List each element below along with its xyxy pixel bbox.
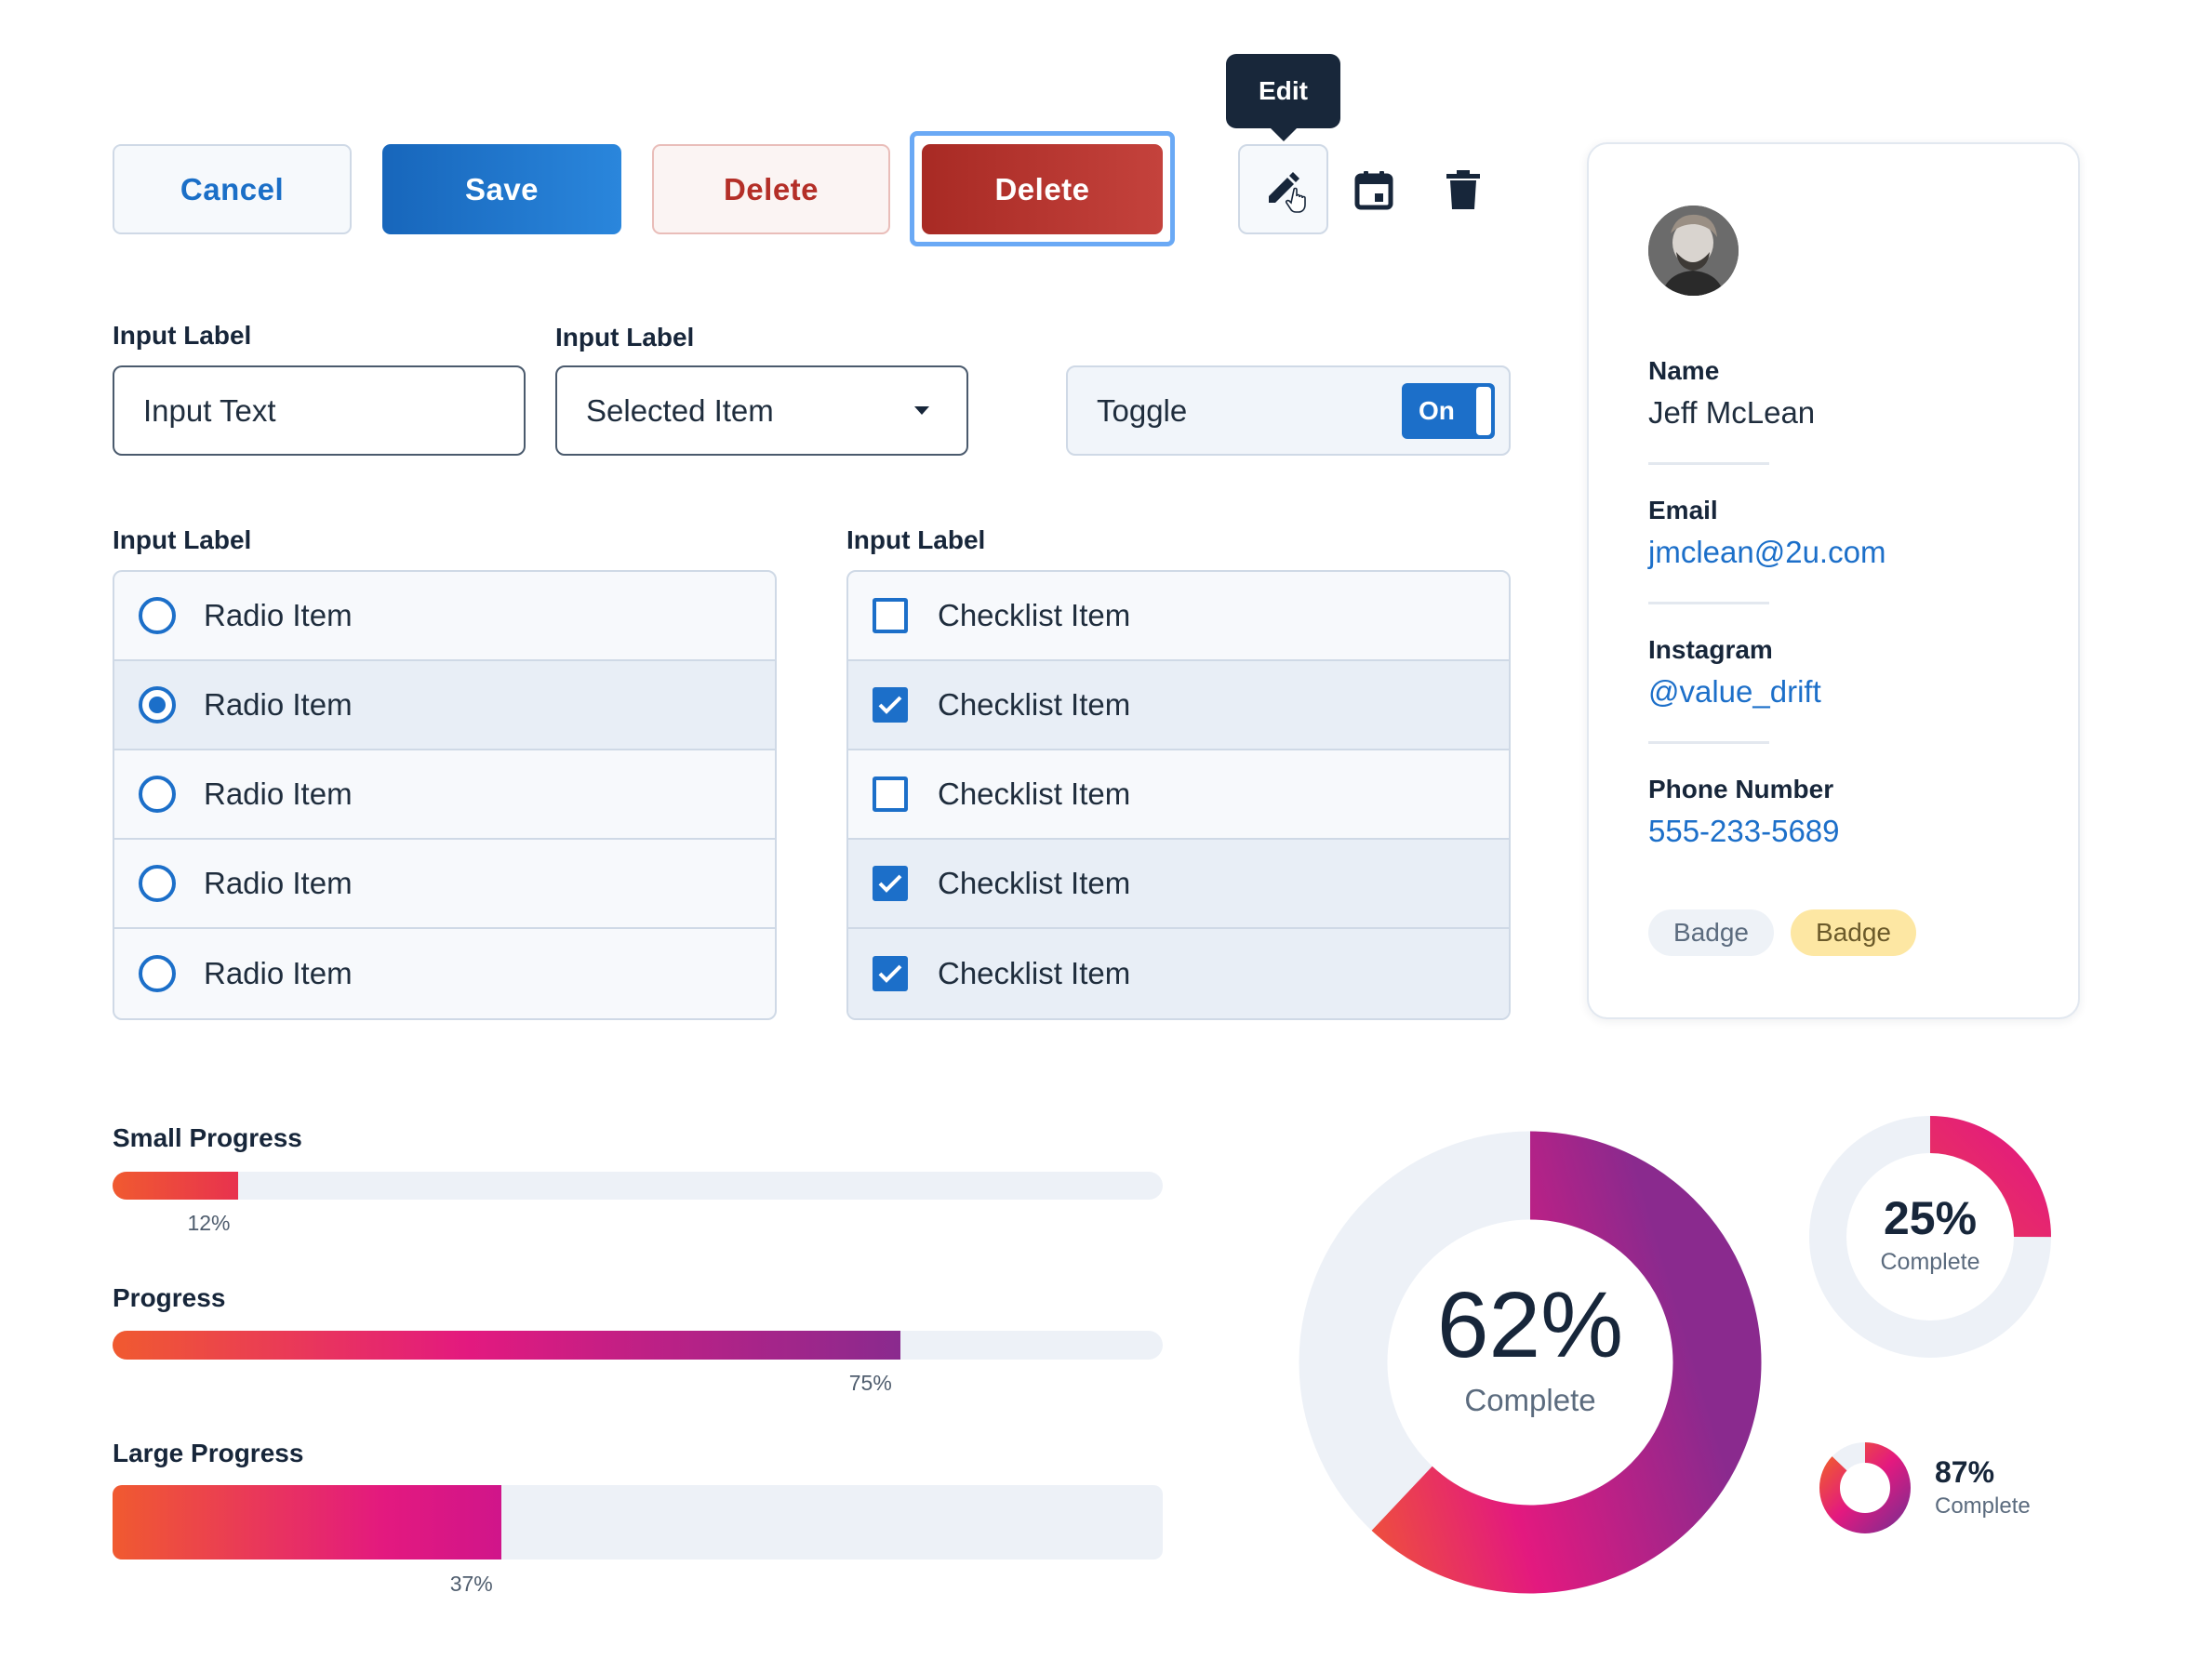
large-donut-value: 62% bbox=[1436, 1273, 1624, 1377]
checklist-item-label: Checklist Item bbox=[938, 598, 1131, 632]
checklist: Checklist Item Checklist Item Checklist … bbox=[846, 570, 1511, 1020]
checklist-item[interactable]: Checklist Item bbox=[848, 929, 1509, 1018]
checklist-item-label: Checklist Item bbox=[938, 956, 1131, 990]
instagram-label: Instagram bbox=[1648, 635, 1773, 664]
checklist-label: Input Label bbox=[846, 525, 986, 554]
toggle-label: Toggle bbox=[1097, 392, 1188, 428]
radio-item-label: Radio Item bbox=[204, 956, 353, 990]
calendar-button[interactable] bbox=[1328, 144, 1419, 234]
radio-button[interactable] bbox=[139, 776, 176, 813]
small-progress-bar bbox=[113, 1172, 1163, 1200]
badge-gray: Badge bbox=[1648, 909, 1774, 956]
checkbox[interactable] bbox=[873, 598, 908, 633]
progress-fill bbox=[113, 1331, 900, 1360]
progress-percent: 75% bbox=[848, 1371, 892, 1395]
checkbox-checked[interactable] bbox=[873, 687, 908, 723]
edit-pencil-icon bbox=[1268, 171, 1306, 213]
small-donut-label: 87% Complete bbox=[1935, 1455, 2031, 1520]
trash-icon bbox=[1446, 169, 1480, 209]
small-progress-percent: 12% bbox=[187, 1211, 231, 1235]
name-value: Jeff McLean bbox=[1648, 395, 1816, 430]
medium-donut-value: 25% bbox=[1883, 1192, 1978, 1244]
checklist-item[interactable]: Checklist Item bbox=[848, 661, 1509, 750]
radio-item[interactable]: Radio Item bbox=[114, 750, 775, 840]
progress-label: Progress bbox=[113, 1283, 226, 1312]
large-progress-percent: 37% bbox=[449, 1572, 493, 1596]
checklist-item-label: Checklist Item bbox=[938, 866, 1131, 900]
radio-item-label: Radio Item bbox=[204, 598, 353, 632]
radio-item[interactable]: Radio Item bbox=[114, 572, 775, 661]
radio-item[interactable]: Radio Item bbox=[114, 840, 775, 929]
large-progress-bar bbox=[113, 1485, 1163, 1559]
phone-link[interactable]: 555-233-5689 bbox=[1648, 814, 1840, 849]
select-dropdown[interactable]: Selected Item bbox=[555, 365, 968, 456]
calendar-icon bbox=[1354, 170, 1392, 209]
toggle-state: On bbox=[1419, 395, 1455, 425]
radio-item-label: Radio Item bbox=[204, 776, 353, 811]
instagram-link[interactable]: @value_drift bbox=[1648, 674, 1821, 710]
radio-item[interactable]: Radio Item bbox=[114, 929, 775, 1018]
checkbox-checked[interactable] bbox=[873, 956, 908, 991]
checklist-item-label: Checklist Item bbox=[938, 687, 1131, 722]
caret-down-icon bbox=[914, 406, 929, 415]
small-progress-fill bbox=[113, 1172, 239, 1200]
edit-tooltip: Edit bbox=[1226, 54, 1340, 141]
toggle-knob bbox=[1476, 386, 1491, 435]
small-progress-label: Small Progress bbox=[113, 1123, 302, 1152]
radio-item-label: Radio Item bbox=[204, 866, 353, 900]
checkmark-icon bbox=[878, 696, 902, 714]
radio-button[interactable] bbox=[139, 955, 176, 992]
small-donut-value: 87% bbox=[1935, 1455, 1995, 1489]
radio-button[interactable] bbox=[139, 865, 176, 902]
tooltip-text: Edit bbox=[1259, 76, 1308, 105]
toggle-switch[interactable]: On bbox=[1402, 382, 1495, 439]
small-donut-chart bbox=[1819, 1442, 1911, 1533]
radio-button[interactable] bbox=[139, 597, 176, 634]
email-link[interactable]: jmclean@2u.com bbox=[1648, 535, 1886, 570]
large-donut-sub: Complete bbox=[1464, 1383, 1596, 1417]
radio-button-selected[interactable] bbox=[139, 686, 176, 723]
delete-icon-button[interactable] bbox=[1418, 144, 1508, 234]
avatar bbox=[1648, 206, 1739, 296]
select-value: Selected Item bbox=[586, 392, 774, 428]
medium-donut-sub: Complete bbox=[1880, 1249, 1980, 1275]
text-input-value: Input Text bbox=[143, 392, 276, 428]
text-input[interactable]: Input Text bbox=[113, 365, 526, 456]
cancel-button[interactable]: Cancel bbox=[113, 144, 352, 234]
checklist-item[interactable]: Checklist Item bbox=[848, 572, 1509, 661]
divider bbox=[1648, 741, 1769, 744]
edit-button[interactable] bbox=[1238, 144, 1328, 234]
small-donut-sub: Complete bbox=[1935, 1493, 2031, 1519]
radio-item[interactable]: Radio Item bbox=[114, 661, 775, 750]
name-label: Name bbox=[1648, 356, 1720, 385]
large-progress-fill bbox=[113, 1485, 501, 1559]
checkbox[interactable] bbox=[873, 776, 908, 812]
checklist-item[interactable]: Checklist Item bbox=[848, 750, 1509, 840]
checklist-item-label: Checklist Item bbox=[938, 776, 1131, 811]
toggle-field[interactable]: Toggle On bbox=[1066, 365, 1511, 456]
radio-group-label: Input Label bbox=[113, 525, 252, 554]
checkmark-icon bbox=[878, 964, 902, 983]
email-label: Email bbox=[1648, 496, 1718, 524]
progress-bar bbox=[113, 1331, 1163, 1360]
hand-cursor-icon bbox=[1285, 187, 1306, 213]
badge-yellow: Badge bbox=[1791, 909, 1916, 956]
radio-item-label: Radio Item bbox=[204, 687, 353, 722]
profile-card: Name Jeff McLean Email jmclean@2u.com In… bbox=[1587, 142, 2080, 1019]
delete-button[interactable]: Delete bbox=[922, 144, 1163, 234]
save-button[interactable]: Save bbox=[382, 144, 621, 234]
phone-label: Phone Number bbox=[1648, 775, 1834, 803]
checkmark-icon bbox=[878, 874, 902, 893]
divider bbox=[1648, 602, 1769, 604]
delete-outline-button[interactable]: Delete bbox=[652, 144, 890, 234]
radio-list: Radio Item Radio Item Radio Item Radio I… bbox=[113, 570, 777, 1020]
checklist-item[interactable]: Checklist Item bbox=[848, 840, 1509, 929]
checkbox-checked[interactable] bbox=[873, 866, 908, 901]
text-input-label: Input Label bbox=[113, 321, 252, 350]
large-donut-label: 62% Complete bbox=[1344, 1279, 1716, 1418]
medium-donut-label: 25% Complete bbox=[1837, 1195, 2023, 1276]
select-label: Input Label bbox=[555, 323, 695, 352]
divider bbox=[1648, 462, 1769, 465]
large-progress-label: Large Progress bbox=[113, 1439, 304, 1467]
